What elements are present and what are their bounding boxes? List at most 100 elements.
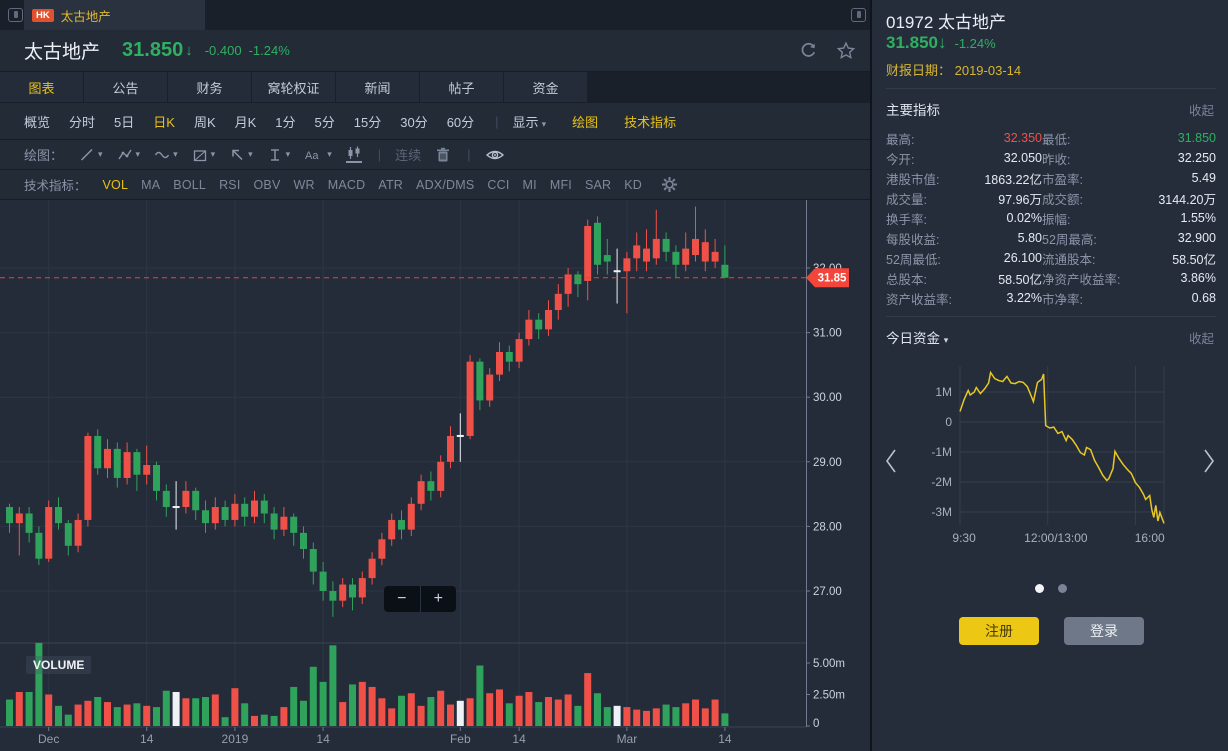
- wave-tool-icon[interactable]: ▾: [154, 147, 178, 163]
- carousel-dots: [872, 580, 1228, 598]
- polyline-tool-icon[interactable]: ▾: [117, 147, 141, 163]
- section-divider: [886, 88, 1216, 89]
- candlestick-chart[interactable]: 32.0031.0030.0029.0028.0027.005.00m2.50m…: [0, 200, 870, 751]
- indicator-item-KD[interactable]: KD: [624, 178, 642, 192]
- display-dropdown[interactable]: 显示▾: [513, 112, 547, 131]
- indicator-label: 市盈率:: [1042, 169, 1142, 188]
- main-tab-图表[interactable]: 图表: [0, 72, 83, 102]
- indicator-item-VOL[interactable]: VOL: [103, 178, 129, 192]
- period-tab-60分[interactable]: 60分: [447, 112, 474, 131]
- measure-tool-icon[interactable]: ▾: [267, 147, 291, 163]
- line-tool-icon[interactable]: ▾: [79, 147, 103, 163]
- tech-indicator-toggle[interactable]: 技术指标: [624, 112, 676, 131]
- period-tab-5分[interactable]: 5分: [315, 112, 335, 131]
- main-tab-资金[interactable]: 资金: [504, 72, 587, 102]
- chevron-down-icon: ▾: [286, 149, 291, 160]
- indicator-item-SAR[interactable]: SAR: [585, 178, 611, 192]
- indicator-item-WR[interactable]: WR: [294, 178, 315, 192]
- svg-text:1M: 1M: [935, 385, 952, 399]
- main-tab-窝轮权证[interactable]: 窝轮权证: [252, 72, 335, 102]
- indicator-item-MA[interactable]: MA: [141, 178, 160, 192]
- svg-text:14: 14: [718, 732, 732, 746]
- indicators-table: 最高:32.350最低:31.850今开:32.050昨收:32.250港股市值…: [886, 128, 1216, 308]
- section-divider: [886, 316, 1216, 317]
- period-tab-1分[interactable]: 1分: [275, 112, 295, 131]
- chevron-down-icon[interactable]: ▾: [944, 335, 949, 345]
- indicator-value: 0.02%: [970, 211, 1042, 225]
- period-tab-5日[interactable]: 5日: [114, 112, 134, 131]
- chevron-down-icon: ▾: [327, 149, 332, 160]
- indicator-item-OBV[interactable]: OBV: [254, 178, 281, 192]
- gear-icon[interactable]: [661, 176, 678, 193]
- indicator-label: 每股收益:: [886, 229, 970, 248]
- money-flow-collapse-link[interactable]: 收起: [1189, 328, 1214, 347]
- register-button[interactable]: 注册: [959, 617, 1039, 645]
- main-tab-帖子[interactable]: 帖子: [420, 72, 503, 102]
- indicator-value: 3.86%: [1142, 271, 1216, 285]
- panel-toggle-left-icon[interactable]: [8, 8, 23, 22]
- price-down-arrow-icon: ↓: [938, 33, 947, 52]
- indicator-item-BOLL[interactable]: BOLL: [173, 178, 206, 192]
- indicator-value: 5.80: [970, 231, 1042, 245]
- indicator-item-ATR[interactable]: ATR: [378, 178, 403, 192]
- pattern-tool-icon[interactable]: [346, 146, 362, 163]
- indicator-item-MI[interactable]: MI: [523, 178, 537, 192]
- svg-text:-1M: -1M: [931, 445, 952, 459]
- carousel-next-arrow[interactable]: [1202, 448, 1216, 479]
- svg-text:9:30: 9:30: [952, 531, 976, 545]
- indicator-label: 成交额:: [1042, 189, 1142, 208]
- period-tab-15分[interactable]: 15分: [354, 112, 381, 131]
- indicator-item-MFI[interactable]: MFI: [550, 178, 572, 192]
- chevron-down-icon: ▾: [98, 149, 103, 160]
- carousel-dot[interactable]: [1058, 584, 1067, 593]
- indicator-value: 5.49: [1142, 171, 1216, 185]
- period-tab-周K[interactable]: 周K: [194, 112, 216, 131]
- eye-icon[interactable]: [485, 147, 505, 163]
- quote-side-panel: 01972 太古地产 31.850↓-1.24% 财报日期： 2019-03-1…: [870, 0, 1228, 751]
- panel-change-pct: -1.24%: [955, 36, 996, 51]
- gann-tool-icon[interactable]: ▾: [192, 147, 216, 163]
- indicator-item-ADX/DMS[interactable]: ADX/DMS: [416, 178, 474, 192]
- indicator-item-MACD[interactable]: MACD: [328, 178, 366, 192]
- indicator-toolbar-label: 技术指标：: [24, 175, 87, 194]
- main-tab-财务[interactable]: 财务: [168, 72, 251, 102]
- text-tool-icon[interactable]: Aa▾: [304, 147, 332, 163]
- drawing-toolbar-label: 绘图：: [24, 145, 63, 164]
- stock-tab[interactable]: HK 太古地产: [24, 0, 205, 30]
- indicator-value: 1863.22亿: [970, 169, 1042, 188]
- candlestick-chart-canvas[interactable]: 32.0031.0030.0029.0028.0027.005.00m2.50m…: [0, 200, 870, 751]
- draw-toggle[interactable]: 绘图: [572, 112, 598, 131]
- price-down-arrow-icon: ↓: [185, 42, 193, 59]
- svg-text:30.00: 30.00: [813, 392, 842, 404]
- svg-text:Mar: Mar: [617, 732, 638, 746]
- main-tab-新闻[interactable]: 新闻: [336, 72, 419, 102]
- period-tab-日K[interactable]: 日K: [153, 112, 175, 131]
- carousel-dot-active[interactable]: [1035, 584, 1044, 593]
- favorite-star-icon[interactable]: [836, 41, 856, 66]
- period-tab-30分[interactable]: 30分: [400, 112, 427, 131]
- indicator-label: 最低:: [1042, 129, 1142, 148]
- volume-pane-label: VOLUME: [26, 656, 91, 674]
- zoom-out-button[interactable]: −: [384, 586, 421, 612]
- indicator-value: 1.55%: [1142, 211, 1216, 225]
- refresh-icon[interactable]: [799, 41, 818, 65]
- indicator-table-row: 52周最低:26.100流通股本:58.50亿: [886, 248, 1216, 268]
- chevron-down-icon: ▾: [211, 149, 216, 160]
- trash-icon[interactable]: [435, 147, 451, 163]
- login-button[interactable]: 登录: [1064, 617, 1144, 645]
- arrow-tool-icon[interactable]: ▾: [229, 147, 253, 163]
- period-tab-月K[interactable]: 月K: [235, 112, 257, 131]
- period-tab-分时[interactable]: 分时: [69, 112, 95, 131]
- indicators-collapse-link[interactable]: 收起: [1189, 100, 1214, 119]
- period-tab-概览[interactable]: 概览: [24, 112, 50, 131]
- panel-toggle-right-icon[interactable]: [851, 8, 866, 22]
- carousel-prev-arrow[interactable]: [884, 448, 898, 479]
- indicator-label: 总股本:: [886, 269, 970, 288]
- indicator-item-CCI[interactable]: CCI: [487, 178, 509, 192]
- svg-text:14: 14: [140, 732, 154, 746]
- continuous-draw-toggle[interactable]: 连续: [395, 145, 421, 164]
- zoom-in-button[interactable]: +: [421, 586, 457, 612]
- main-tab-公告[interactable]: 公告: [84, 72, 167, 102]
- indicator-item-RSI[interactable]: RSI: [219, 178, 240, 192]
- indicator-label: 52周最高:: [1042, 229, 1142, 248]
